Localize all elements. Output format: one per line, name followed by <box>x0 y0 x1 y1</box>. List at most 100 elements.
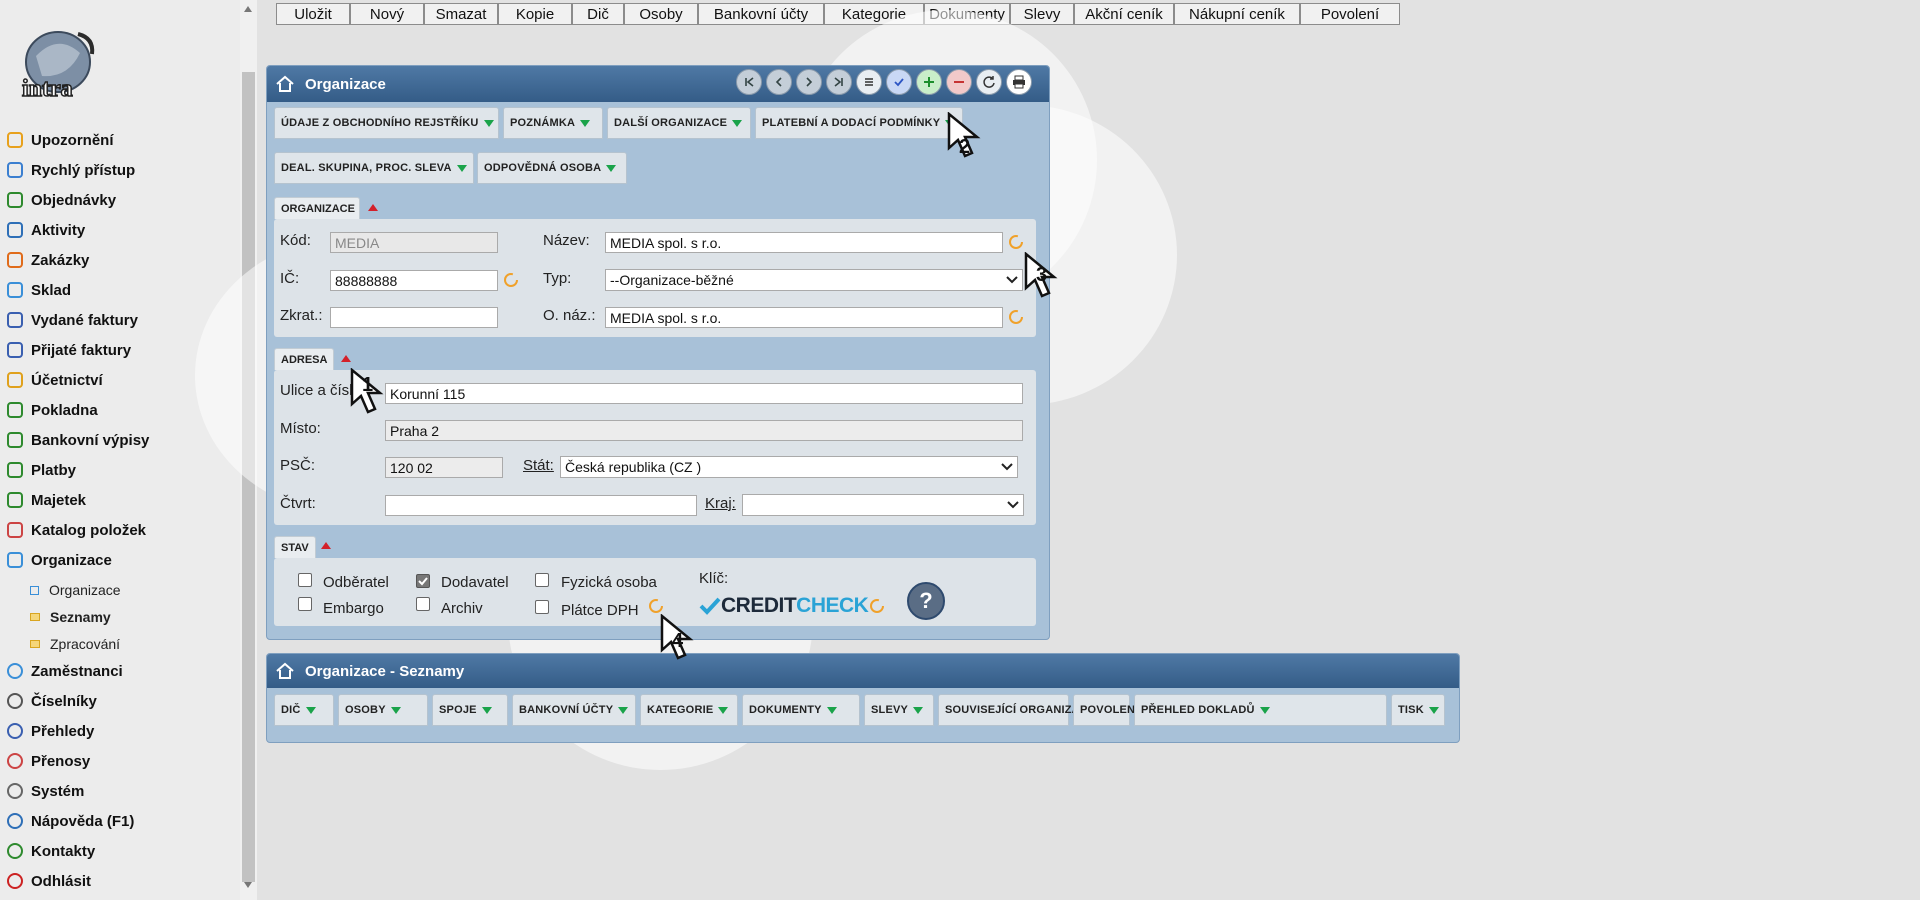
toolbar-button-1[interactable]: Nový <box>350 3 424 25</box>
refresh-icon[interactable] <box>976 69 1002 95</box>
list-menu-icon[interactable] <box>856 69 882 95</box>
sidebar-subitem-0[interactable]: Organizace <box>30 578 121 602</box>
typ-select[interactable]: --Organizace-běžné <box>605 269 1023 291</box>
toolbar-button-9[interactable]: Slevy <box>1010 3 1074 25</box>
sidebar-item-1[interactable]: Rychlý přístup <box>0 156 135 184</box>
kod-field[interactable] <box>330 232 498 253</box>
stat-label[interactable]: Stát: <box>523 457 554 474</box>
sidebar-item-after-2[interactable]: Přehledy <box>0 717 94 745</box>
archiv-checkbox[interactable] <box>416 597 430 615</box>
toolbar-button-0[interactable]: Uložit <box>276 3 350 25</box>
remove-minus-icon[interactable] <box>946 69 972 95</box>
creditcheck-logo[interactable]: CREDIT CHECK <box>699 594 869 618</box>
misto-field[interactable] <box>385 420 1023 441</box>
sidebar-item-after-7[interactable]: Odhlásit <box>0 867 91 895</box>
odberatel-checkbox[interactable] <box>298 573 312 591</box>
platce-dph-checkbox[interactable] <box>535 600 549 618</box>
intra-logo[interactable]: intra <box>18 28 102 106</box>
tab-listtabs-9[interactable]: PŘEHLED DOKLADŮ <box>1134 694 1387 726</box>
tab-orgtabs1-3[interactable]: PLATEBNÍ A DODACÍ PODMÍNKY <box>755 107 963 139</box>
home-icon[interactable] <box>275 74 295 94</box>
tab-listtabs-6[interactable]: SLEVY <box>864 694 934 726</box>
dodavatel-checkbox[interactable] <box>416 573 430 590</box>
section-tab-organizace[interactable]: ORGANIZACE <box>274 197 360 219</box>
sidebar-item-4[interactable]: Zakázky <box>0 246 89 274</box>
section-tab-adresa[interactable]: ADRESA <box>274 348 334 370</box>
sidebar-subitem-1[interactable]: Seznamy <box>30 605 111 629</box>
stat-select[interactable]: Česká republika (CZ ) <box>560 456 1018 478</box>
ulice-field[interactable] <box>385 383 1023 404</box>
tab-orgtabs1-0[interactable]: ÚDAJE Z OBCHODNÍHO REJSTŘÍKU <box>274 107 499 139</box>
sidebar-item-after-4[interactable]: Systém <box>0 777 84 805</box>
sidebar-item-2[interactable]: Objednávky <box>0 186 116 214</box>
prev-record-button[interactable] <box>766 69 792 95</box>
toolbar-button-4[interactable]: Dič <box>572 3 624 25</box>
last-record-button[interactable] <box>826 69 852 95</box>
tab-listtabs-7[interactable]: SOUVISEJÍCÍ ORGANIZACE <box>938 694 1111 726</box>
sidebar-item-6[interactable]: Vydané faktury <box>0 306 138 334</box>
tab-listtabs-10[interactable]: TISK <box>1391 694 1445 726</box>
kraj-select[interactable] <box>742 494 1024 516</box>
print-icon[interactable] <box>1006 69 1032 95</box>
fyzicka-osoba-checkbox[interactable] <box>535 573 549 591</box>
sidebar-item-12[interactable]: Majetek <box>0 486 86 514</box>
sidebar-item-9[interactable]: Pokladna <box>0 396 98 424</box>
sidebar-item-10[interactable]: Bankovní výpisy <box>0 426 149 454</box>
tab-listtabs-0[interactable]: DIČ <box>274 694 334 726</box>
tab-listtabs-2[interactable]: SPOJE <box>432 694 508 726</box>
tab-listtabs-1[interactable]: OSOBY <box>338 694 428 726</box>
help-question-icon[interactable]: ? <box>907 582 945 620</box>
sidebar-item-after-0[interactable]: Zaměstnanci <box>0 657 123 685</box>
onaz-refresh-icon[interactable] <box>1007 308 1025 330</box>
collapse-arrow-icon[interactable] <box>341 355 351 362</box>
toolbar-button-5[interactable]: Osoby <box>624 3 698 25</box>
sidebar-item-7[interactable]: Přijaté faktury <box>0 336 131 364</box>
ic-field[interactable] <box>330 270 498 291</box>
ic-refresh-icon[interactable] <box>502 271 520 293</box>
section-tab-stav[interactable]: STAV <box>274 536 316 558</box>
home-icon[interactable] <box>275 661 295 681</box>
next-record-button[interactable] <box>796 69 822 95</box>
sidebar-subitem-2[interactable]: Zpracování <box>30 632 120 656</box>
scroll-down-icon[interactable] <box>244 882 252 888</box>
toolbar-button-12[interactable]: Povolení <box>1300 3 1400 25</box>
tab-listtabs-8[interactable]: POVOLENÍ <box>1073 694 1154 726</box>
sidebar-item-3[interactable]: Aktivity <box>0 216 85 244</box>
ctvrt-field[interactable] <box>385 495 697 516</box>
collapse-arrow-icon[interactable] <box>368 204 378 211</box>
tab-listtabs-3[interactable]: BANKOVNÍ ÚČTY <box>512 694 636 726</box>
zkrat-field[interactable] <box>330 307 498 328</box>
sidebar-item-8[interactable]: Účetnictví <box>0 366 103 394</box>
tab-orgtabs2-0[interactable]: DEAL. SKUPINA, PROC. SLEVA <box>274 152 474 184</box>
sidebar-item-5[interactable]: Sklad <box>0 276 71 304</box>
first-record-button[interactable] <box>736 69 762 95</box>
kraj-label[interactable]: Kraj: <box>705 495 736 512</box>
tab-orgtabs2-1[interactable]: ODPOVĚDNÁ OSOBA <box>477 152 627 184</box>
nazev-field[interactable] <box>605 232 1003 253</box>
tab-listtabs-5[interactable]: DOKUMENTY <box>742 694 860 726</box>
tab-listtabs-4[interactable]: KATEGORIE <box>640 694 738 726</box>
sidebar-item-after-6[interactable]: Kontakty <box>0 837 95 865</box>
sidebar-item-after-1[interactable]: Číselníky <box>0 687 97 715</box>
embargo-checkbox[interactable] <box>298 597 312 615</box>
confirm-check-icon[interactable] <box>886 69 912 95</box>
psc-field[interactable] <box>385 457 503 478</box>
toolbar-button-6[interactable]: Bankovní účty <box>698 3 824 25</box>
tab-orgtabs1-2[interactable]: DALŠÍ ORGANIZACE <box>607 107 751 139</box>
collapse-arrow-icon[interactable] <box>321 542 331 549</box>
sidebar-item-11[interactable]: Platby <box>0 456 76 484</box>
sidebar-item-after-5[interactable]: Nápověda (F1) <box>0 807 134 835</box>
sidebar-item-13[interactable]: Katalog položek <box>0 516 146 544</box>
sidebar-item-14[interactable]: Organizace <box>0 546 112 574</box>
add-plus-icon[interactable] <box>916 69 942 95</box>
scroll-up-icon[interactable] <box>244 6 252 12</box>
onaz-field[interactable] <box>605 307 1003 328</box>
tab-orgtabs1-1[interactable]: POZNÁMKA <box>503 107 603 139</box>
toolbar-button-10[interactable]: Akční ceník <box>1074 3 1174 25</box>
toolbar-button-3[interactable]: Kopie <box>498 3 572 25</box>
toolbar-button-2[interactable]: Smazat <box>424 3 498 25</box>
toolbar-button-11[interactable]: Nákupní ceník <box>1174 3 1300 25</box>
creditcheck-refresh-icon[interactable] <box>868 597 886 619</box>
sidebar-item-0[interactable]: Upozornění <box>0 126 114 154</box>
sidebar-item-after-3[interactable]: Přenosy <box>0 747 90 775</box>
